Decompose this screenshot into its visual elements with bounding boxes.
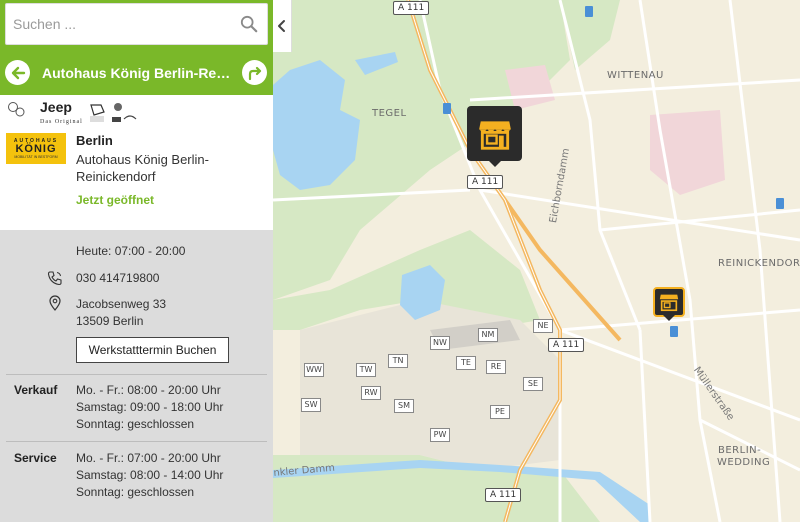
road-shield-a111: A 111 xyxy=(485,488,522,502)
phone-number[interactable]: 030 414719800 xyxy=(76,271,159,285)
shop-icon xyxy=(659,294,679,312)
sector-nm: NM xyxy=(478,328,498,342)
dealer-title: Autohaus König Berlin-Reinickendorf xyxy=(42,65,232,81)
sector-ww: WW xyxy=(304,363,324,377)
dealer-logo: AUTOHAUS KÖNIG MOBILITÄT IN BESTFORM xyxy=(6,133,66,164)
arrow-left-icon xyxy=(11,66,25,79)
map-pin-dealer[interactable] xyxy=(653,287,685,321)
open-status: Jetzt geöffnet xyxy=(76,193,154,207)
sector-tn: TN xyxy=(388,354,408,368)
sales-hours-label: Verkauf xyxy=(14,383,58,397)
divider xyxy=(6,441,267,442)
address-zip-city: 13509 Berlin xyxy=(76,314,144,328)
back-button[interactable] xyxy=(5,60,30,85)
sector-sw: SW xyxy=(301,398,321,412)
brand-logos: Jeep Das Original xyxy=(6,99,146,125)
sector-te: TE xyxy=(456,356,476,370)
dealer-panel: Autohaus König Berlin-Reinickendorf Jeep… xyxy=(0,0,273,522)
transit-icon xyxy=(776,198,784,209)
sector-re: RE xyxy=(486,360,506,374)
divider xyxy=(6,374,267,375)
search-bar xyxy=(0,0,273,52)
map-pin-selected-dealer[interactable] xyxy=(467,106,522,167)
sector-nw: NW xyxy=(430,336,450,350)
collapse-panel-button[interactable] xyxy=(273,0,292,52)
route-button[interactable] xyxy=(242,60,267,85)
transit-icon xyxy=(670,326,678,337)
dealer-title-bar: Autohaus König Berlin-Reinickendorf xyxy=(0,52,273,95)
service-hours-label: Service xyxy=(14,451,57,465)
district-label-wedding-2: WEDDING xyxy=(717,457,771,468)
sector-se: SE xyxy=(523,377,543,391)
road-shield-a111: A 111 xyxy=(548,338,585,352)
brand-logos-image: Jeep Das Original xyxy=(8,99,137,125)
sector-ne: NE xyxy=(533,319,553,333)
today-hours: Heute: 07:00 - 20:00 xyxy=(76,244,186,258)
sector-tw: TW xyxy=(356,363,376,377)
sector-sm: SM xyxy=(394,399,414,413)
book-workshop-appointment-button[interactable]: Werkstatttermin Buchen xyxy=(76,337,229,363)
location-pin-icon xyxy=(49,295,61,311)
chevron-left-icon xyxy=(278,20,285,32)
dealer-details: Heute: 07:00 - 20:00 030 414719800 Jacob… xyxy=(0,230,273,522)
dealer-name: Autohaus König Berlin-Reinickendorf xyxy=(76,152,209,184)
shop-icon xyxy=(478,120,511,150)
dealer-card: Jeep Das Original AUTOHAUS KÖNIG MOBILIT… xyxy=(0,95,273,230)
sales-hours-saturday: Samstag: 09:00 - 18:00 Uhr xyxy=(76,400,224,414)
service-hours-weekdays: Mo. - Fr.: 07:00 - 20:00 Uhr xyxy=(76,451,221,465)
road-shield-a111: A 111 xyxy=(393,1,430,15)
search-box[interactable] xyxy=(5,3,268,45)
district-label-wedding-1: BERLIN- xyxy=(718,445,762,456)
sector-pw: PW xyxy=(430,428,450,442)
service-hours-saturday: Samstag: 08:00 - 14:00 Uhr xyxy=(76,468,224,482)
dealer-logo-tiny: MOBILITÄT IN BESTFORM xyxy=(14,155,58,159)
sales-hours-weekdays: Mo. - Fr.: 08:00 - 20:00 Uhr xyxy=(76,383,221,397)
transit-icon xyxy=(443,103,451,114)
search-icon[interactable] xyxy=(240,15,258,33)
brand-jeep-tagline: Das Original xyxy=(40,119,83,125)
phone-icon xyxy=(47,271,62,286)
dealer-logo-big: KÖNIG xyxy=(15,143,57,155)
brand-jeep: Jeep xyxy=(40,100,72,115)
district-label-wittenau: WITTENAU xyxy=(607,70,664,81)
sector-pe: PE xyxy=(490,405,510,419)
district-label-reinickendorf: REINICKENDORF xyxy=(718,258,800,269)
search-input[interactable] xyxy=(13,16,228,32)
dealer-city: Berlin xyxy=(76,133,113,148)
road-shield-a111: A 111 xyxy=(467,175,504,189)
sales-hours-sunday: Sonntag: geschlossen xyxy=(76,417,195,431)
transit-icon xyxy=(585,6,593,17)
route-icon xyxy=(248,66,261,80)
district-label-tegel: TEGEL xyxy=(372,108,407,119)
sector-rw: RW xyxy=(361,386,381,400)
address-street: Jacobsenweg 33 xyxy=(76,297,167,311)
service-hours-sunday: Sonntag: geschlossen xyxy=(76,485,195,499)
